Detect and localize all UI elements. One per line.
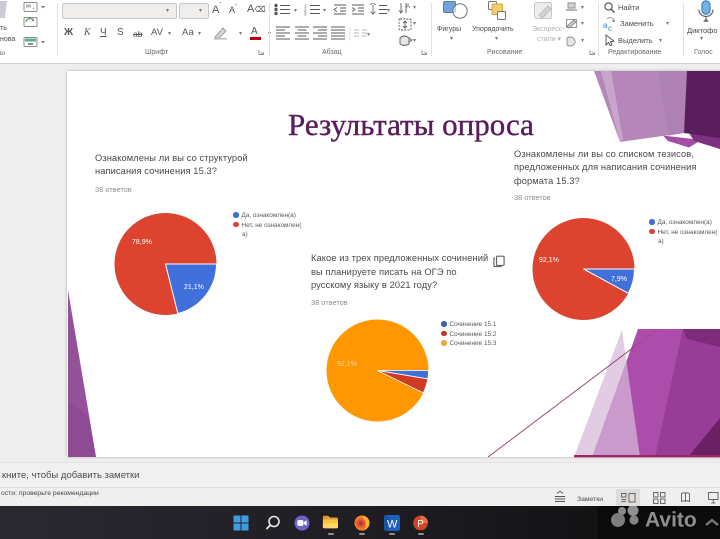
- svg-text:W: W: [387, 519, 398, 531]
- svg-text:Заметки: Заметки: [577, 496, 603, 503]
- svg-text:Avito: Avito: [645, 508, 697, 531]
- svg-text:P: P: [417, 519, 424, 530]
- svg-text:21,1%: 21,1%: [184, 284, 204, 291]
- svg-text:92,1%: 92,1%: [539, 257, 559, 264]
- svg-text:78,9%: 78,9%: [132, 239, 152, 246]
- svg-text:7,9%: 7,9%: [611, 276, 627, 283]
- svg-text:92,1%: 92,1%: [337, 361, 357, 368]
